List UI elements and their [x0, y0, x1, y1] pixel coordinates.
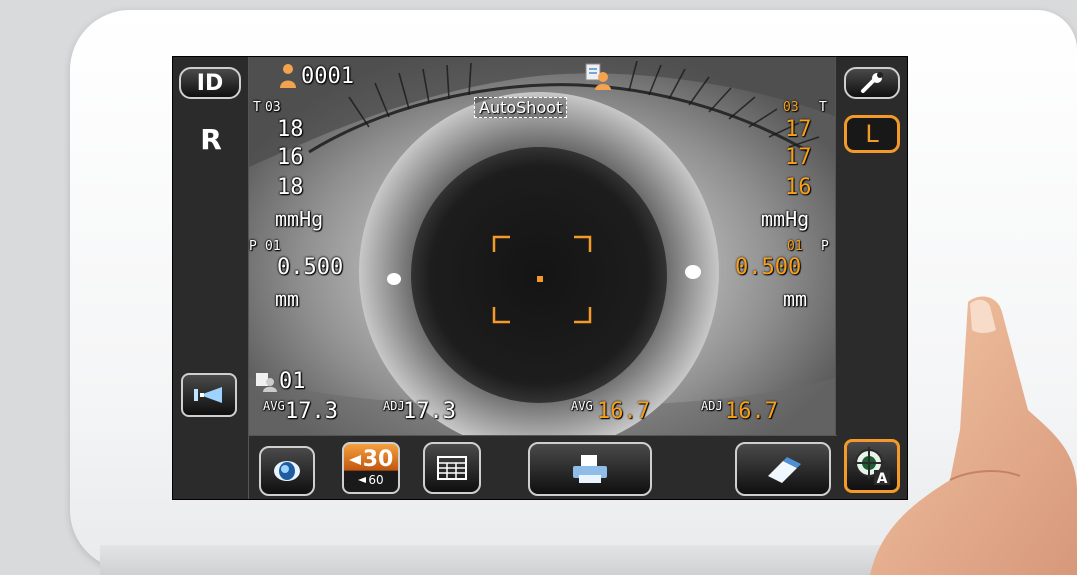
table-icon	[437, 456, 467, 480]
bottom-toolbar: 30 60	[249, 435, 837, 499]
arrow-left-small-icon	[358, 477, 367, 483]
arrow-left-icon	[348, 455, 361, 465]
printer-icon	[573, 455, 607, 483]
left-eye-button[interactable]: L	[844, 115, 900, 153]
left-pachy-value: 0.500	[735, 255, 802, 280]
left-pachy-unit: mm	[783, 287, 808, 311]
left-tono-count: 03	[783, 100, 799, 115]
left-sidebar: ID R	[173, 57, 249, 499]
right-adj-label: ADJ	[383, 399, 405, 413]
left-avg-label: AVG	[571, 399, 593, 413]
right-tono-reading-1: 18	[277, 117, 304, 142]
left-pachy-tag: P	[821, 239, 829, 254]
left-adj-label: ADJ	[701, 399, 723, 413]
patient-card-icon[interactable]	[585, 63, 611, 91]
left-pachy-count: 01	[787, 239, 803, 254]
right-pachy-tag: P	[249, 239, 257, 254]
wrench-icon	[861, 72, 883, 93]
print-button[interactable]	[528, 442, 652, 496]
right-avg-label: AVG	[263, 399, 285, 413]
right-summary-count: 01	[279, 369, 306, 394]
pointing-hand	[870, 296, 1077, 575]
left-tono-tag: T	[819, 100, 827, 115]
illumination-button[interactable]	[181, 373, 237, 417]
patient-number: 0001	[301, 63, 354, 89]
left-tono-reading-2: 17	[785, 145, 812, 170]
right-tono-unit: mmHg	[275, 207, 324, 231]
clear-data-button[interactable]	[735, 442, 831, 496]
left-avg-value: 16.7	[597, 399, 650, 424]
left-tono-unit: mmHg	[761, 207, 810, 231]
right-eye-indicator: R	[200, 123, 222, 156]
left-adj-value: 16.7	[725, 399, 778, 424]
eye-view-button[interactable]	[259, 446, 315, 496]
patient-id-label: ID	[196, 70, 224, 96]
right-tono-count: 03	[265, 100, 281, 115]
patient-number-row: 0001	[279, 63, 354, 89]
count-main: 30	[362, 447, 394, 472]
right-pachy-value: 0.500	[277, 255, 344, 280]
count-secondary: 60	[368, 473, 384, 487]
left-eye-label: L	[865, 120, 879, 148]
settings-button[interactable]	[844, 67, 900, 99]
person-icon	[280, 64, 296, 88]
patient-card-icon	[256, 372, 277, 392]
eraser-icon	[768, 457, 801, 483]
measurement-count-button[interactable]: 30 60	[342, 442, 400, 494]
right-summary-count-row: 01	[255, 369, 306, 394]
right-avg-value: 17.3	[285, 399, 338, 424]
left-tono-reading-3: 16	[785, 175, 812, 200]
table-view-button[interactable]	[423, 442, 481, 494]
right-pachy-count: 01	[265, 239, 281, 254]
eye-icon	[274, 461, 300, 481]
right-tono-tag: T	[253, 100, 261, 115]
right-tono-reading-2: 16	[277, 145, 304, 170]
light-icon	[194, 387, 222, 403]
right-adj-value: 17.3	[403, 399, 456, 424]
autoshoot-mode-label: AutoShoot	[474, 97, 568, 118]
patient-id-button[interactable]: ID	[179, 67, 241, 99]
right-pachy-unit: mm	[275, 287, 300, 311]
touch-screen: ID R L A 30 60 0001 AutoShoot T 03 18 16…	[172, 56, 908, 500]
left-tono-reading-1: 17	[785, 117, 812, 142]
right-tono-reading-3: 18	[277, 175, 304, 200]
